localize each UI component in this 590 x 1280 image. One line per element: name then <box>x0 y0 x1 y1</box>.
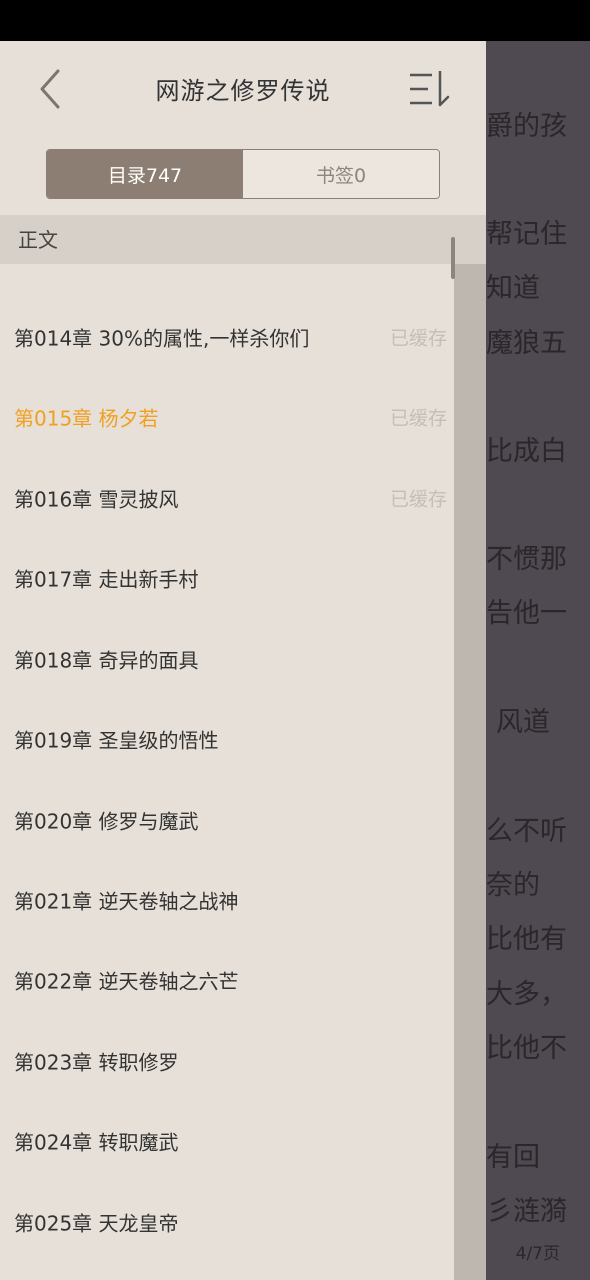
chapter-row[interactable]: 第021章 逆天卷轴之战神 <box>0 860 454 940</box>
reader-line: 爵的孩 <box>486 111 567 142</box>
reader-line: 么不听 <box>486 816 567 847</box>
scrollbar-track[interactable] <box>454 215 486 1280</box>
chapter-title: 第024章 转职魔武 <box>14 1130 179 1155</box>
reader-line: 魔狼五 <box>486 328 567 359</box>
reader-background[interactable]: 爵的孩 帮记住 知道 魔狼五 比成白 不惯那 告他一 风道 么不听 奈的 比他有… <box>486 41 590 1280</box>
reader-line: 奈的 <box>486 870 540 901</box>
chapter-title: 第023章 转职修罗 <box>14 1050 179 1075</box>
chapter-title: 第014章 30%的属性,一样杀你们 <box>14 326 310 351</box>
chapter-title: 第017章 走出新手村 <box>14 567 199 592</box>
tab-catalog[interactable]: 目录747 <box>47 150 243 198</box>
chapter-title: 第018章 奇异的面具 <box>14 648 199 673</box>
chapter-row[interactable]: 第016章 雪灵披风 已缓存 <box>0 458 454 538</box>
scroll-thumb[interactable] <box>451 237 455 279</box>
chapter-list-area[interactable]: 第014章 30%的属性,一样杀你们 已缓存 第015章 杨夕若 已缓存 第01… <box>0 215 486 1280</box>
reader-line: 帮记住 <box>486 219 567 250</box>
chapter-row[interactable]: 第024章 转职魔武 <box>0 1101 454 1181</box>
section-header: 正文 <box>0 215 486 264</box>
chapter-title: 第021章 逆天卷轴之战神 <box>14 889 239 914</box>
sort-icon[interactable] <box>406 67 454 111</box>
reader-line: 比成白 <box>486 436 567 467</box>
reader-line: 比他有 <box>486 924 567 955</box>
reader-line: 不惯那 <box>486 544 567 575</box>
chapter-row-current[interactable]: 第015章 杨夕若 已缓存 <box>0 377 454 457</box>
reader-line: 大多， <box>486 979 567 1010</box>
chapter-row[interactable]: 第017章 走出新手村 <box>0 538 454 618</box>
cached-label: 已缓存 <box>390 327 448 350</box>
chapter-title: 第015章 杨夕若 <box>14 406 159 431</box>
cached-label: 已缓存 <box>390 407 448 430</box>
chapter-title: 第020章 修罗与魔武 <box>14 809 199 834</box>
chapter-row[interactable]: 第025章 天龙皇帝 <box>0 1182 454 1262</box>
reader-line: 比他不 <box>486 1033 567 1064</box>
catalog-tabs: 目录747 书签0 <box>46 149 440 199</box>
chapter-row[interactable]: 第018章 奇异的面具 <box>0 619 454 699</box>
reader-line: 告他一 <box>486 598 567 629</box>
drawer-header: 网游之修罗传说 <box>0 41 486 136</box>
tab-bookmarks[interactable]: 书签0 <box>243 150 439 198</box>
chapter-row[interactable]: 第014章 30%的属性,一样杀你们 已缓存 <box>0 297 454 377</box>
reader-line: 知道 <box>486 273 540 304</box>
status-bar <box>0 0 590 41</box>
cached-label: 已缓存 <box>390 488 448 511</box>
catalog-drawer: 网游之修罗传说 目录747 书签0 第014章 30%的属性,一样杀你们 已缓存… <box>0 41 486 1280</box>
reader-line: 彡涟漪 <box>486 1196 567 1227</box>
chapter-row[interactable]: 第020章 修罗与魔武 <box>0 780 454 860</box>
chapter-title: 第019章 圣皇级的悟性 <box>14 728 219 753</box>
reader-line: 风道 <box>496 707 550 738</box>
chapter-title: 第025章 天龙皇帝 <box>14 1211 179 1236</box>
chapter-row[interactable]: 第022章 逆天卷轴之六芒 <box>0 940 454 1020</box>
reader-line: 有回 <box>486 1142 540 1173</box>
chapter-row[interactable]: 第023章 转职修罗 <box>0 1021 454 1101</box>
chapter-row[interactable]: 第019章 圣皇级的悟性 <box>0 699 454 779</box>
chapter-title: 第022章 逆天卷轴之六芒 <box>14 969 239 994</box>
chapter-title: 第016章 雪灵披风 <box>14 487 179 512</box>
page-indicator: 4/7页 <box>515 1244 560 1264</box>
